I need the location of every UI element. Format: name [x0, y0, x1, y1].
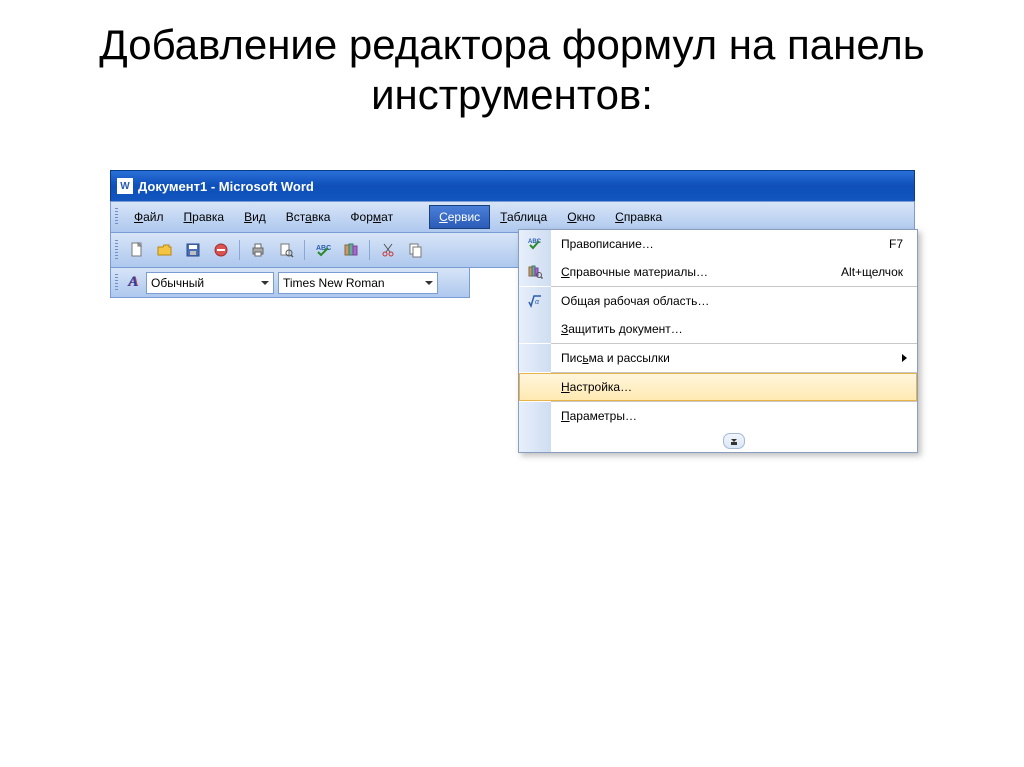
menu-format[interactable]: Формат — [340, 205, 403, 229]
spellcheck-icon: ABC — [527, 236, 543, 252]
svg-text:ABC: ABC — [316, 245, 331, 252]
menu-label: Письма и рассылки — [551, 351, 902, 365]
save-button[interactable] — [180, 237, 206, 263]
spellcheck-button[interactable]: ABC — [310, 237, 336, 263]
menu-table[interactable]: Таблица — [490, 205, 557, 229]
menu-item-shared-workspace[interactable]: α Общая рабочая область… — [519, 287, 917, 315]
permission-button[interactable] — [208, 237, 234, 263]
menu-item-customize[interactable]: Настройка… — [519, 373, 917, 401]
menu-label: Правописание… — [551, 237, 889, 251]
menu-file[interactable]: Файл — [124, 205, 174, 229]
window-titlebar: W Документ1 - Microsoft Word — [110, 170, 915, 201]
dropdown-caret-icon — [261, 281, 269, 285]
menu-shortcut: F7 — [889, 237, 917, 251]
word-app-icon: W — [117, 178, 133, 194]
menu-label: Защитить документ… — [551, 322, 917, 336]
svg-text:ABC: ABC — [528, 239, 542, 245]
toolbar-separator — [369, 240, 370, 260]
menu-item-research[interactable]: Справочные материалы… Alt+щелчок — [519, 258, 917, 286]
menu-insert[interactable]: Вставка — [276, 205, 341, 229]
menu-item-mailings[interactable]: Письма и рассылки — [519, 344, 917, 372]
menu-expand-row — [519, 430, 917, 452]
menu-item-options[interactable]: Параметры… — [519, 402, 917, 430]
style-value: Обычный — [151, 276, 204, 290]
word-screenshot: W Документ1 - Microsoft Word Файл Правка… — [110, 170, 915, 298]
style-combo[interactable]: Обычный — [146, 272, 274, 294]
toolbar-grip[interactable] — [115, 208, 118, 226]
research-icon — [527, 264, 543, 280]
font-combo[interactable]: Times New Roman — [278, 272, 438, 294]
print-button[interactable] — [245, 237, 271, 263]
toolbar-grip[interactable] — [115, 240, 118, 260]
tools-dropdown-menu: ABC Правописание… F7 Справочные материал… — [518, 229, 918, 453]
slide-title: Добавление редактора формул на панель ин… — [0, 0, 1024, 131]
menu-label: Справочные материалы… — [551, 265, 841, 279]
toolbar-grip[interactable] — [115, 274, 118, 292]
formatting-toolbar: A Обычный Times New Roman — [110, 268, 470, 298]
open-button[interactable] — [152, 237, 178, 263]
research-button[interactable] — [338, 237, 364, 263]
styles-icon[interactable]: A — [122, 274, 144, 291]
dropdown-caret-icon — [425, 281, 433, 285]
menu-help[interactable]: Справка — [605, 205, 672, 229]
font-value: Times New Roman — [283, 276, 385, 290]
submenu-arrow-icon — [902, 354, 907, 362]
cut-button[interactable] — [375, 237, 401, 263]
menu-item-spellcheck[interactable]: ABC Правописание… F7 — [519, 230, 917, 258]
menu-label: Настройка… — [551, 380, 917, 394]
toolbar-separator — [304, 240, 305, 260]
menu-tools[interactable]: Сервис — [429, 205, 490, 229]
menu-label: Общая рабочая область… — [551, 294, 917, 308]
svg-text:α: α — [535, 299, 540, 306]
expand-menu-button[interactable] — [723, 433, 745, 449]
window-title: Документ1 - Microsoft Word — [138, 179, 314, 194]
menu-label: Параметры… — [551, 409, 917, 423]
menu-shortcut: Alt+щелчок — [841, 265, 917, 279]
print-preview-button[interactable] — [273, 237, 299, 263]
new-doc-button[interactable] — [124, 237, 150, 263]
menu-view[interactable]: Вид — [234, 205, 276, 229]
sqrt-icon: α — [527, 293, 543, 309]
menu-window[interactable]: Окно — [557, 205, 605, 229]
menu-item-protect[interactable]: Защитить документ… — [519, 315, 917, 343]
toolbar-separator — [239, 240, 240, 260]
menu-edit[interactable]: Правка — [174, 205, 235, 229]
copy-button[interactable] — [403, 237, 429, 263]
